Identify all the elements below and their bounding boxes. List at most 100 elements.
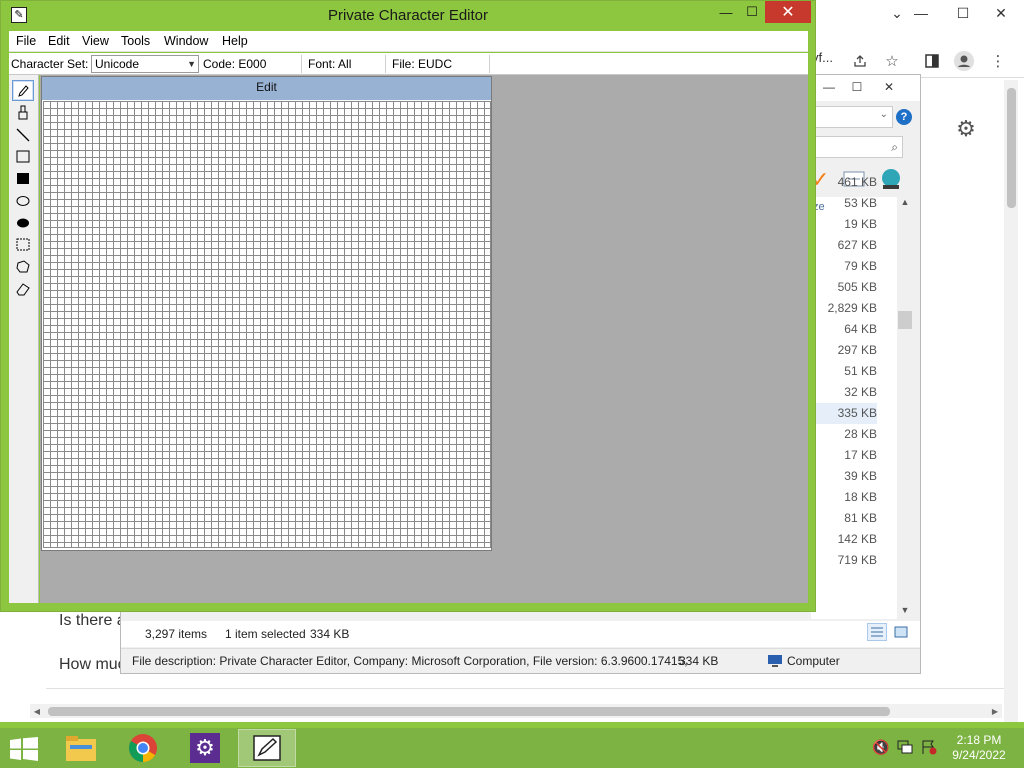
hollow-ellipse-icon[interactable]	[12, 190, 34, 211]
help-icon[interactable]: ?	[896, 109, 912, 125]
file-size-cell[interactable]: 32 KB	[811, 382, 877, 403]
file-size-cell[interactable]: 461 KB	[811, 172, 877, 193]
file-size-cell[interactable]: 505 KB	[811, 277, 877, 298]
taskbar: ⚙ 🔇 2:18 PM 9/24/2022	[0, 728, 1024, 768]
explorer-minimize-button[interactable]: —	[815, 77, 843, 97]
menu-tools[interactable]: Tools	[121, 34, 150, 48]
scrollbar-thumb[interactable]	[1007, 88, 1016, 208]
file-size-cell[interactable]: 627 KB	[811, 235, 877, 256]
charset-value: Unicode	[95, 57, 140, 71]
file-size-cell[interactable]: 719 KB	[811, 550, 877, 571]
file-size-cell[interactable]: 297 KB	[811, 340, 877, 361]
windows-start-icon[interactable]	[9, 737, 39, 761]
character-edit-grid[interactable]	[43, 101, 491, 548]
action-center-flag-icon[interactable]	[920, 739, 938, 757]
pce-maximize-button[interactable]: ☐	[739, 1, 765, 23]
file-size-cell[interactable]: 18 KB	[811, 487, 877, 508]
file-size-cell[interactable]: 142 KB	[811, 529, 877, 550]
page-horizontal-scrollbar[interactable]: ◀ ▶	[30, 704, 1002, 718]
font-label: Font: All	[308, 57, 352, 71]
edit-window-title[interactable]: Edit	[42, 77, 491, 100]
explorer-close-button[interactable]: ✕	[875, 77, 903, 97]
file-size-cell[interactable]: 19 KB	[811, 214, 877, 235]
line-icon[interactable]	[12, 124, 34, 145]
explorer-address-bar[interactable]: ⌄	[811, 106, 893, 128]
drawing-toolbox	[9, 75, 39, 603]
menu-help[interactable]: Help	[222, 34, 248, 48]
network-icon[interactable]	[896, 739, 914, 757]
address-dropdown-icon[interactable]: ⌄	[880, 109, 888, 120]
taskbar-clock[interactable]: 2:18 PM 9/24/2022	[944, 733, 1014, 763]
chrome-minimize-button[interactable]: —	[906, 2, 936, 24]
taskbar-private-character-editor[interactable]	[238, 729, 296, 767]
scroll-left-arrow-icon[interactable]: ◀	[30, 704, 44, 718]
large-icons-view-button[interactable]	[891, 623, 911, 641]
explorer-file-list: ze 461 KB 53 KB 19 KB 627 KB 79 KB 505 KB 2,82…	[811, 175, 903, 619]
menu-file[interactable]: File	[16, 34, 36, 48]
charset-label: Character Set:	[11, 57, 89, 71]
pencil-icon[interactable]	[12, 80, 34, 101]
file-size-cell[interactable]: 17 KB	[811, 445, 877, 466]
chevron-down-icon[interactable]: ▼	[187, 56, 196, 72]
hollow-rectangle-icon[interactable]	[12, 146, 34, 167]
location-label: Computer	[787, 654, 840, 668]
folder-icon	[66, 736, 96, 761]
settings-gear-icon[interactable]: ⚙	[952, 116, 980, 144]
menu-window[interactable]: Window	[164, 34, 208, 48]
page-divider	[46, 688, 1006, 689]
selection-count: 1 item selected	[225, 627, 306, 641]
chrome-menu-icon[interactable]: ⋮	[986, 50, 1010, 72]
pce-minimize-button[interactable]: —	[713, 1, 739, 23]
file-size-cell[interactable]: 28 KB	[811, 424, 877, 445]
filled-rectangle-icon[interactable]	[12, 168, 34, 189]
file-size-cell[interactable]: 335 KB	[811, 403, 877, 424]
items-count: 3,297 items	[145, 627, 208, 641]
explorer-search-box[interactable]: ⌕	[811, 136, 903, 158]
file-list-scrollbar[interactable]: ▲ ▼	[897, 195, 913, 619]
scrollbar-thumb[interactable]	[48, 707, 890, 716]
rectangular-selection-icon[interactable]	[12, 234, 34, 255]
file-size-cell[interactable]: 79 KB	[811, 256, 877, 277]
file-size-cell[interactable]: 64 KB	[811, 319, 877, 340]
omnibox-url-tail[interactable]: vf...	[812, 50, 844, 72]
file-size-cell[interactable]: 81 KB	[811, 508, 877, 529]
pce-titlebar[interactable]: ✎ Private Character Editor	[1, 1, 815, 31]
taskbar-file-explorer[interactable]	[52, 729, 110, 767]
file-size-cell[interactable]: 51 KB	[811, 361, 877, 382]
chrome-maximize-button[interactable]: ☐	[948, 2, 978, 24]
scroll-right-arrow-icon[interactable]: ▶	[988, 704, 1002, 718]
search-icon: ⌕	[891, 140, 898, 154]
brush-icon[interactable]	[12, 102, 34, 123]
eraser-icon[interactable]	[12, 278, 34, 299]
file-size-cell[interactable]: 39 KB	[811, 466, 877, 487]
scrollbar-thumb[interactable]	[898, 311, 912, 329]
scroll-up-arrow-icon[interactable]: ▲	[897, 197, 913, 211]
menu-edit[interactable]: Edit	[48, 34, 70, 48]
freeform-selection-icon[interactable]	[12, 256, 34, 277]
bookmark-star-icon[interactable]: ☆	[880, 50, 904, 72]
pce-app-icon	[253, 735, 281, 761]
code-label: Code: E000	[203, 57, 267, 71]
file-size-cell[interactable]: 53 KB	[811, 193, 877, 214]
side-panel-icon[interactable]	[920, 50, 944, 72]
speaker-muted-icon[interactable]: 🔇	[872, 739, 890, 757]
file-description: File description: Private Character Edit…	[132, 654, 688, 668]
taskbar-settings[interactable]: ⚙	[176, 729, 234, 767]
network-globe-icon[interactable]	[879, 168, 903, 190]
pce-menu-bar: File Edit View Tools Window Help	[9, 31, 808, 52]
explorer-maximize-button[interactable]: ☐	[843, 77, 871, 97]
chrome-close-button[interactable]: ✕	[986, 2, 1016, 24]
charset-select[interactable]: Unicode ▼	[91, 55, 199, 73]
filled-ellipse-icon[interactable]	[12, 212, 34, 233]
scroll-down-arrow-icon[interactable]: ▼	[897, 605, 913, 619]
explorer-details-bar: File description: Private Character Edit…	[121, 648, 920, 673]
share-icon[interactable]	[848, 50, 872, 72]
page-vertical-scrollbar[interactable]	[1004, 80, 1018, 722]
taskbar-google-chrome[interactable]	[114, 729, 172, 767]
menu-view[interactable]: View	[82, 34, 109, 48]
details-view-button[interactable]	[867, 623, 887, 641]
selection-size: 334 KB	[310, 627, 350, 641]
profile-avatar-icon[interactable]	[952, 50, 976, 72]
file-size-cell[interactable]: 2,829 KB	[811, 298, 877, 319]
pce-close-button[interactable]: ✕	[765, 1, 811, 23]
